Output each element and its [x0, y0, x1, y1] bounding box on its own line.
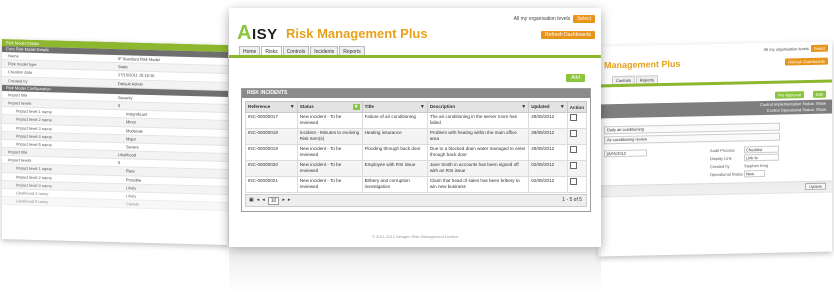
detail-value: Likelihood [118, 152, 137, 158]
detail-value: Minor [126, 119, 137, 125]
app-title: Risk Management Plus [286, 26, 428, 41]
detail-value: Rare [126, 168, 135, 174]
right-org-label: All my organisation levels [763, 46, 809, 52]
next-page-icon[interactable]: ▸ [282, 195, 285, 206]
last-page-icon[interactable]: ▸ [288, 195, 291, 206]
table-row[interactable]: INC-00000019 New incident - To be review… [245, 144, 588, 161]
filter-icon[interactable]: ▼ [560, 104, 565, 110]
col-status[interactable]: Status ▼ [296, 101, 363, 113]
detail-value: Severe [126, 144, 139, 150]
table-row[interactable]: INC-00000020 New incident - To be review… [245, 160, 588, 177]
edit-icon[interactable] [569, 114, 577, 121]
prev-page-icon[interactable]: ◂ [262, 195, 265, 206]
select-button[interactable]: Select [573, 15, 595, 23]
filter-icon[interactable]: ▼ [521, 104, 526, 110]
created-by-value: Stephen King [744, 162, 769, 169]
display-link-label: Display Link [710, 155, 732, 162]
right-refresh-button[interactable]: Refresh Dashboards [785, 57, 828, 66]
edit-icon[interactable] [569, 130, 577, 137]
grid-title: RISK INCIDENTS [242, 89, 590, 98]
detail-value: Static [118, 64, 129, 70]
first-page-icon[interactable]: ◂ [257, 195, 260, 206]
filter-icon[interactable]: ▼ [290, 104, 295, 110]
edit-icon[interactable] [569, 162, 577, 169]
operational-status-link[interactable]: Control Operational Status: Show [767, 107, 826, 113]
date-select[interactable]: 18/05/2012 [604, 149, 647, 158]
add-button[interactable]: Add [566, 74, 585, 82]
right-panel-header: Control Implementation Status: Show Cont… [598, 99, 832, 119]
incidents-grid: RISK INCIDENTS Reference ▼ Status ▼ Title ▼… [241, 88, 591, 212]
table-row[interactable]: INC-00000017 New incident - To be review… [245, 112, 588, 129]
pre-approval-button[interactable]: Pre Approval [775, 91, 804, 99]
detail-value: Major [126, 135, 137, 142]
edit-button[interactable]: Edit [813, 90, 826, 98]
col-action: Action [566, 101, 588, 113]
detail-value: IF Standard Risk Model [118, 56, 160, 63]
col-title[interactable]: Title ▼ [361, 101, 428, 113]
detail-value: 27/10/2011 15:18:10 [118, 72, 155, 79]
aisy-logo: AISY [237, 22, 278, 44]
filter-active-icon[interactable]: ▼ [352, 104, 360, 110]
detail-value: Moderate [126, 127, 143, 134]
control-description-field[interactable]: Air conditioning review [604, 132, 780, 145]
col-description[interactable]: Description ▼ [426, 101, 530, 113]
detail-value: 5 [118, 160, 121, 166]
edit-icon[interactable] [569, 146, 577, 153]
table-row[interactable]: INC-00000018 Incident - Minutes to evolv… [245, 128, 588, 145]
display-link-select[interactable]: Link to [744, 153, 779, 162]
org-levels-label: All my organisation levels [513, 16, 571, 22]
table-row[interactable]: INC-00000021 New incident - To be review… [245, 176, 588, 193]
audit-process-select[interactable]: Checklist [744, 145, 779, 154]
detail-value: Default Admin [118, 80, 143, 87]
audit-process-label: Audit Process [710, 147, 735, 154]
incidents-table: Reference ▼ Status ▼ Title ▼ Description ▼ U… [245, 101, 588, 193]
right-app-title: Management Plus [604, 58, 681, 71]
export-icon[interactable]: ▣ [249, 195, 254, 206]
right-select-button[interactable]: Select [810, 44, 828, 52]
grid-pager: ▣ ◂ ◂ 10 ▸ ▸ 1 - 5 of 5 [245, 194, 587, 207]
right-window: All my organisation levels Select Manage… [598, 41, 832, 257]
col-reference[interactable]: Reference ▼ [245, 101, 298, 113]
col-updated[interactable]: Updated ▼ [528, 101, 568, 113]
filter-icon[interactable]: ▼ [420, 104, 425, 110]
main-window: AISY Risk Management Plus All my organis… [229, 8, 601, 247]
operational-status-select[interactable]: New [744, 169, 765, 178]
detail-value: Insignificant [126, 111, 148, 117]
edit-icon[interactable] [569, 178, 577, 185]
page-size-select[interactable]: 10 [267, 196, 280, 205]
operational-status-label: Operational Status [710, 171, 744, 178]
detail-value: 5 [118, 103, 121, 109]
detail-value: Severity [118, 94, 133, 101]
footer-copyright: © 2011-2012 Ideagen Risk Management Limi… [372, 234, 458, 239]
pager-info: 1 - 5 of 5 [562, 197, 582, 203]
reflection [229, 247, 601, 293]
left-window: Risk Model Details Core Risk Model Detai… [2, 39, 228, 245]
refresh-dashboards-button[interactable]: Refresh Dashboards [541, 31, 595, 39]
created-by-label: Created by [710, 163, 730, 170]
